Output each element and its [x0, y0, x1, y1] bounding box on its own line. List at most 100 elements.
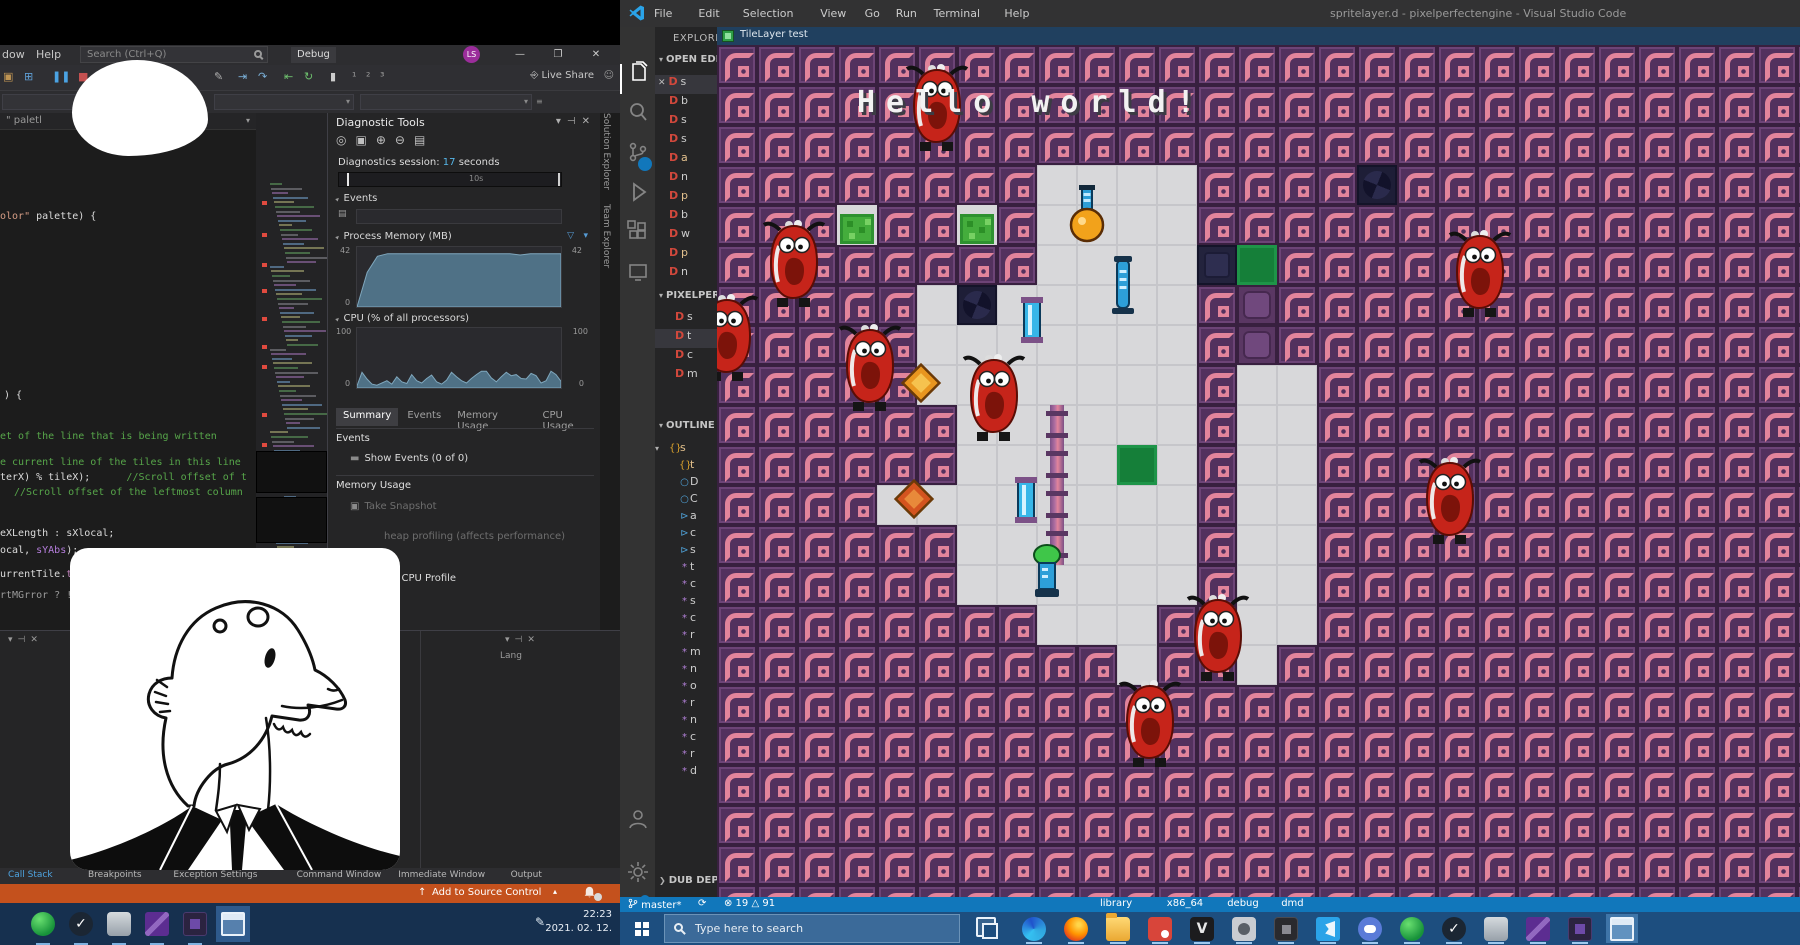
taskbar-item-visual-studio[interactable] — [140, 906, 174, 942]
start-button[interactable] — [620, 912, 664, 945]
menu-help[interactable]: Help — [36, 48, 61, 61]
tab-solution-explorer[interactable]: Solution Explorer — [601, 113, 611, 190]
taskbar-item-app-red[interactable] — [1144, 914, 1176, 943]
user-avatar[interactable]: LS — [463, 46, 480, 63]
scm-caret-icon[interactable]: ▴ — [553, 887, 557, 896]
taskbar-item-visual-studio[interactable] — [1522, 914, 1554, 943]
status-library[interactable]: library — [1100, 898, 1132, 909]
step-out-icon[interactable]: ⇤ — [284, 70, 293, 84]
menu-run[interactable]: Run — [896, 7, 917, 20]
diag-tab-memory-usage[interactable]: Memory Usage — [450, 408, 533, 426]
cpu-section-header[interactable]: CPU (% of all processors) — [336, 313, 469, 324]
solution-config-dropdown[interactable]: Debug — [291, 47, 336, 63]
status-sync[interactable]: ⟳ — [698, 898, 706, 909]
frame2-icon[interactable]: ² — [366, 70, 370, 84]
minimap-viewport[interactable] — [256, 497, 327, 543]
panel-tab-immediate-window[interactable]: Immediate Window — [398, 870, 485, 880]
diag-tool-icon-3[interactable]: ⊖ — [395, 133, 414, 147]
taskbar-item-app-green[interactable] — [1396, 914, 1428, 943]
menu-window[interactable]: dow — [2, 48, 25, 61]
game-viewport[interactable]: Hello world! — [717, 45, 1800, 897]
menu-view[interactable]: View — [820, 7, 846, 20]
files-icon[interactable] — [626, 60, 650, 84]
diag-tool-icon-4[interactable]: ▤ — [414, 133, 434, 147]
taskbar-item-file-explorer[interactable] — [1102, 914, 1134, 943]
diag-tab-cpu-usage[interactable]: CPU Usage — [535, 408, 600, 426]
diag-tool-icon-1[interactable]: ▣ — [355, 133, 375, 147]
taskbar-search-input[interactable]: Type here to search — [664, 914, 960, 943]
timeline-cursor[interactable] — [347, 173, 349, 186]
extensions-icon[interactable] — [626, 220, 650, 244]
taskbar-item-app-darkpurple[interactable] — [1564, 914, 1596, 943]
tab-team-explorer[interactable]: Team Explorer — [601, 204, 611, 268]
solution-icon[interactable]: ⊞ — [24, 70, 33, 84]
show-events-link[interactable]: ▬Show Events (0 of 0) — [350, 453, 468, 464]
diagnostics-timeline[interactable]: 10s — [338, 172, 562, 187]
add-to-source-control-button[interactable]: Add to Source Control — [432, 887, 541, 898]
taskbar-item-app-check[interactable]: ✓ — [64, 906, 98, 942]
stackframe-dropdown[interactable]: ▾ — [360, 94, 532, 110]
step-over-icon[interactable]: ↷ — [258, 70, 267, 84]
account-icon[interactable] — [626, 807, 650, 831]
frame1-icon[interactable]: ¹ — [352, 70, 356, 84]
status-branch[interactable]: master* — [628, 898, 681, 911]
taskbar-item-active-window[interactable] — [216, 906, 250, 942]
events-section-header[interactable]: Events — [336, 193, 377, 204]
taskbar-item-vscode[interactable] — [1312, 914, 1344, 943]
taskbar-item-app-green[interactable] — [26, 906, 60, 942]
game-titlebar[interactable]: TileLayer test — [717, 27, 1800, 45]
menu-selection[interactable]: Selection — [743, 7, 794, 20]
diag-tab-events[interactable]: Events — [400, 408, 448, 426]
taskbar-item-app-photos[interactable] — [1228, 914, 1260, 943]
menu-edit[interactable]: Edit — [698, 7, 719, 20]
source-control-icon[interactable] — [626, 140, 650, 164]
run-debug-icon[interactable] — [626, 180, 650, 204]
memory-caret-icon[interactable]: ▾ — [583, 231, 588, 241]
timeline-end-cursor[interactable] — [558, 173, 560, 186]
restore-button[interactable]: ❐ — [546, 45, 570, 65]
pen-workspace-icon[interactable]: ✎ — [535, 915, 545, 929]
taskbar-item-app-wolf[interactable]: V — [1186, 914, 1218, 943]
taskbar-item-app-gray[interactable] — [102, 906, 136, 942]
diag-tool-icon-2[interactable]: ⊕ — [376, 133, 395, 147]
minimap-viewport[interactable] — [256, 451, 327, 493]
status-problems[interactable]: ⊗ 19 △ 91 — [724, 898, 775, 909]
pane-divider[interactable] — [420, 631, 421, 869]
minimize-button[interactable]: — — [508, 45, 532, 65]
task-view-button[interactable] — [972, 914, 1004, 943]
diag-tool-icon-0[interactable]: ◎ — [336, 133, 355, 147]
take-snapshot-button[interactable]: ▣Take Snapshot — [350, 501, 437, 512]
status-debug[interactable]: debug — [1227, 898, 1259, 909]
close-button[interactable]: ✕ — [584, 45, 608, 65]
taskbar-item-app-gray[interactable] — [1480, 914, 1512, 943]
taskbar-item-firefox[interactable] — [1060, 914, 1092, 943]
status-x86_64[interactable]: x86_64 — [1167, 898, 1203, 909]
panel-tab-call-stack[interactable]: Call Stack — [8, 870, 53, 880]
search-input[interactable]: Search (Ctrl+Q) — [80, 46, 268, 63]
thread-dropdown[interactable]: ▾ — [214, 94, 354, 110]
menu-help[interactable]: Help — [1004, 7, 1029, 20]
panel-window-buttons[interactable]: ▾⊣✕ — [556, 116, 596, 127]
pause-icon[interactable]: ❚❚ — [52, 70, 70, 84]
feedback-icon[interactable]: ☺ — [604, 70, 614, 81]
memory-filter-icon[interactable]: ▽ — [567, 231, 574, 241]
live-share-button[interactable]: ⎆ Live Share — [530, 70, 594, 81]
taskbar-item-app-check[interactable]: ✓ — [1438, 914, 1470, 943]
callstack-pane-buttons[interactable]: ▾⊣✕ — [505, 635, 540, 645]
menu-file[interactable]: File — [654, 7, 672, 20]
bookmark-icon[interactable]: ▮ — [330, 70, 336, 84]
left-pane-buttons[interactable]: ▾⊣✕ — [8, 635, 43, 645]
memory-section-header[interactable]: Process Memory (MB) — [336, 231, 452, 242]
taskbar-clock[interactable]: 22:23 2021. 02. 12. — [545, 908, 612, 936]
panel-tab-breakpoints[interactable]: Breakpoints — [88, 870, 142, 880]
taskbar-item-app-darkpurple[interactable] — [178, 906, 212, 942]
frame3-icon[interactable]: ³ — [380, 70, 384, 84]
step-into-icon[interactable]: ⇥ — [238, 70, 247, 84]
search-icon[interactable] — [626, 100, 650, 124]
pencil-icon[interactable]: ✎ — [214, 70, 223, 84]
restart-icon[interactable]: ↻ — [304, 70, 313, 84]
diag-tab-summary[interactable]: Summary — [336, 408, 398, 426]
overflow-icon[interactable]: ≡ — [536, 97, 543, 106]
panel-tab-output[interactable]: Output — [511, 870, 542, 880]
panel-tab-command-window[interactable]: Command Window — [297, 870, 382, 880]
